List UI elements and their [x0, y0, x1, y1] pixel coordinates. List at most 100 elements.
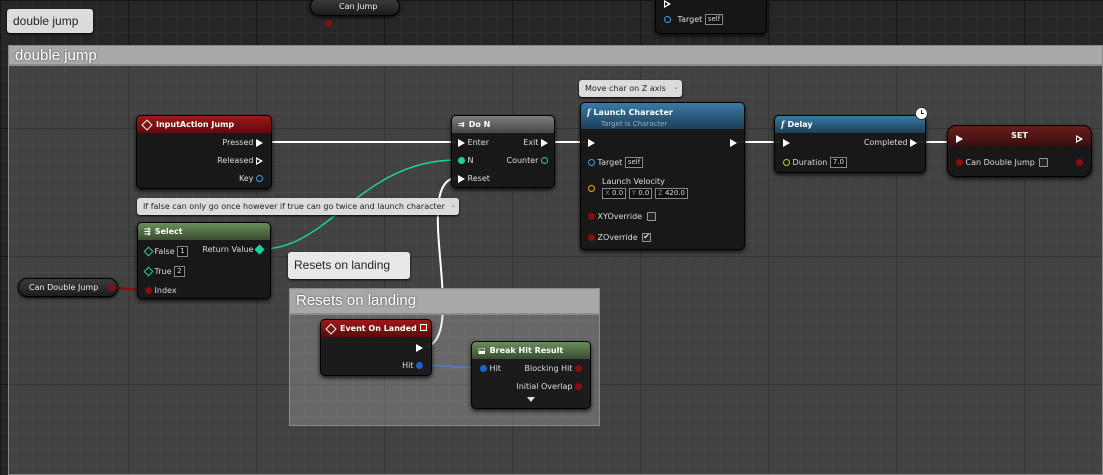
landed-hit-pin[interactable] — [416, 362, 423, 369]
break-hit-result-node[interactable]: ⬓ Break Hit Result Hit Blocking Hit Initi… — [471, 341, 591, 409]
blocking-hit-label: Blocking Hit — [524, 364, 573, 373]
event-on-landed-title[interactable]: Event On Landed — [321, 320, 431, 337]
set-node[interactable]: SET Can Double Jump — [947, 125, 1092, 177]
set-var-label: Can Double Jump — [965, 158, 1035, 167]
comment-bubble-select[interactable]: If false can only go once however if tru… — [137, 198, 459, 215]
function-icon: f — [587, 107, 591, 117]
launch-velocity-label: Launch Velocity — [602, 177, 665, 186]
reset-label: Reset — [467, 174, 490, 183]
event-diamond-icon — [141, 118, 153, 131]
select-icon: ⇶ — [144, 227, 151, 236]
index-label: Index — [154, 286, 177, 295]
set-title[interactable]: SET — [948, 126, 1091, 146]
delay-exec-in-pin[interactable] — [783, 138, 790, 147]
launch-subtitle: Target is Character — [601, 120, 668, 128]
true-value[interactable]: 2 — [174, 266, 185, 277]
blocking-hit-pin[interactable] — [575, 365, 582, 372]
set-exec-out-pin[interactable] — [1076, 134, 1083, 143]
exit-label: Exit — [523, 138, 539, 147]
launch-target-value[interactable]: self — [624, 157, 644, 168]
index-pin[interactable] — [145, 287, 152, 294]
initial-overlap-label: Initial Overlap — [516, 382, 573, 391]
event-diamond-icon — [325, 322, 337, 335]
counter-output-pin[interactable] — [541, 157, 548, 164]
delay-title[interactable]: f Delay — [775, 116, 925, 133]
can-double-jump-label: Can Double Jump — [29, 283, 99, 292]
inputaction-jump-title[interactable]: InputAction Jump — [137, 116, 271, 133]
launch-character-title[interactable]: f Launch Character Target is Character — [581, 103, 744, 129]
n-label: N — [467, 156, 474, 165]
duration-field[interactable]: 7.0 — [829, 157, 847, 168]
xyoverride-checkbox[interactable] — [646, 212, 656, 221]
velocity-x-field[interactable]: X 0.0 — [602, 188, 627, 199]
select-node[interactable]: ⇶ Select False 1 Return Value True 2 Inde… — [137, 222, 271, 299]
macro-icon: ⇉ — [458, 120, 465, 129]
comment-bubble-launch[interactable]: Move char on Z axis ⌄ — [579, 80, 682, 97]
can-double-jump-variable-node[interactable]: Can Double Jump — [18, 278, 118, 297]
key-output-pin[interactable] — [256, 175, 263, 182]
do-n-node[interactable]: ⇉ Do N Enter Exit N Counter Reset — [451, 115, 555, 188]
pin-comment-icon[interactable]: ⌄ — [450, 200, 456, 211]
function-icon: f — [781, 119, 785, 129]
enter-exec-pin[interactable] — [458, 138, 465, 147]
pressed-exec-pin[interactable] — [256, 138, 263, 147]
released-exec-pin[interactable] — [256, 156, 263, 165]
set-exec-in-pin[interactable] — [956, 134, 963, 143]
event-on-landed-node[interactable]: Event On Landed Hit — [320, 319, 432, 376]
landed-hit-label: Hit — [402, 361, 414, 370]
xyoverride-label: XYOverride — [597, 212, 643, 221]
n-input-pin[interactable] — [458, 157, 465, 164]
zoverride-label: ZOverride — [597, 233, 638, 242]
completed-exec-pin[interactable] — [910, 138, 917, 147]
initial-overlap-pin[interactable] — [575, 383, 582, 390]
launch-target-pin[interactable] — [588, 159, 595, 166]
resets-comment-header[interactable]: Resets on landing — [290, 289, 599, 315]
counter-label: Counter — [506, 156, 539, 165]
launch-velocity-pin[interactable] — [588, 185, 595, 192]
event-delegate-icon[interactable] — [420, 324, 427, 331]
pressed-label: Pressed — [222, 138, 254, 147]
completed-label: Completed — [863, 138, 908, 147]
enter-label: Enter — [467, 138, 490, 147]
zoverride-pin[interactable] — [588, 234, 595, 241]
landed-exec-out-pin[interactable] — [416, 343, 423, 352]
break-hit-input-pin[interactable] — [480, 365, 487, 372]
false-value[interactable]: 1 — [177, 246, 188, 257]
launch-character-node[interactable]: f Launch Character Target is Character Ta… — [580, 102, 745, 250]
break-hit-label: Hit — [489, 364, 501, 373]
delay-node[interactable]: f Delay Completed Duration 7.0 — [774, 115, 926, 173]
duration-pin[interactable] — [783, 159, 790, 166]
break-struct-icon: ⬓ — [478, 346, 486, 355]
inputaction-jump-node[interactable]: InputAction Jump Pressed Released Key — [136, 115, 272, 189]
expand-arrow-icon[interactable] — [527, 397, 535, 402]
zoverride-checkbox[interactable] — [642, 232, 652, 242]
reset-exec-pin[interactable] — [458, 174, 465, 183]
can-double-jump-output-pin[interactable] — [108, 284, 115, 291]
velocity-z-field[interactable]: Z 420.0 — [654, 188, 688, 199]
launch-target-label: Target — [597, 158, 623, 167]
return-label: Return Value — [202, 245, 254, 254]
released-label: Released — [217, 156, 254, 165]
velocity-y-field[interactable]: Y 0.0 — [628, 188, 653, 199]
resize-handle-icon[interactable]: ◢ — [591, 414, 597, 423]
launch-exec-in-pin[interactable] — [588, 138, 595, 147]
set-output-pin[interactable] — [1076, 159, 1083, 166]
set-checkbox[interactable] — [1039, 158, 1049, 167]
pin-comment-icon[interactable]: ⌄ — [673, 82, 679, 93]
do-n-title[interactable]: ⇉ Do N — [452, 116, 554, 133]
duration-label: Duration — [792, 158, 828, 167]
xyoverride-pin[interactable] — [588, 213, 595, 220]
return-value-pin[interactable] — [254, 244, 265, 255]
key-label: Key — [238, 174, 254, 183]
exit-exec-pin[interactable] — [541, 138, 548, 147]
select-title[interactable]: ⇶ Select — [138, 223, 270, 240]
true-label: True — [154, 267, 172, 276]
launch-exec-out-pin[interactable] — [730, 138, 737, 147]
comment-bubble-resets[interactable]: Resets on landing — [288, 252, 410, 279]
false-pin[interactable] — [143, 246, 154, 257]
true-pin[interactable] — [143, 266, 154, 277]
false-label: False — [154, 247, 175, 256]
break-hit-result-title[interactable]: ⬓ Break Hit Result — [472, 342, 590, 359]
set-input-pin[interactable] — [956, 159, 963, 166]
clock-icon — [915, 107, 928, 120]
